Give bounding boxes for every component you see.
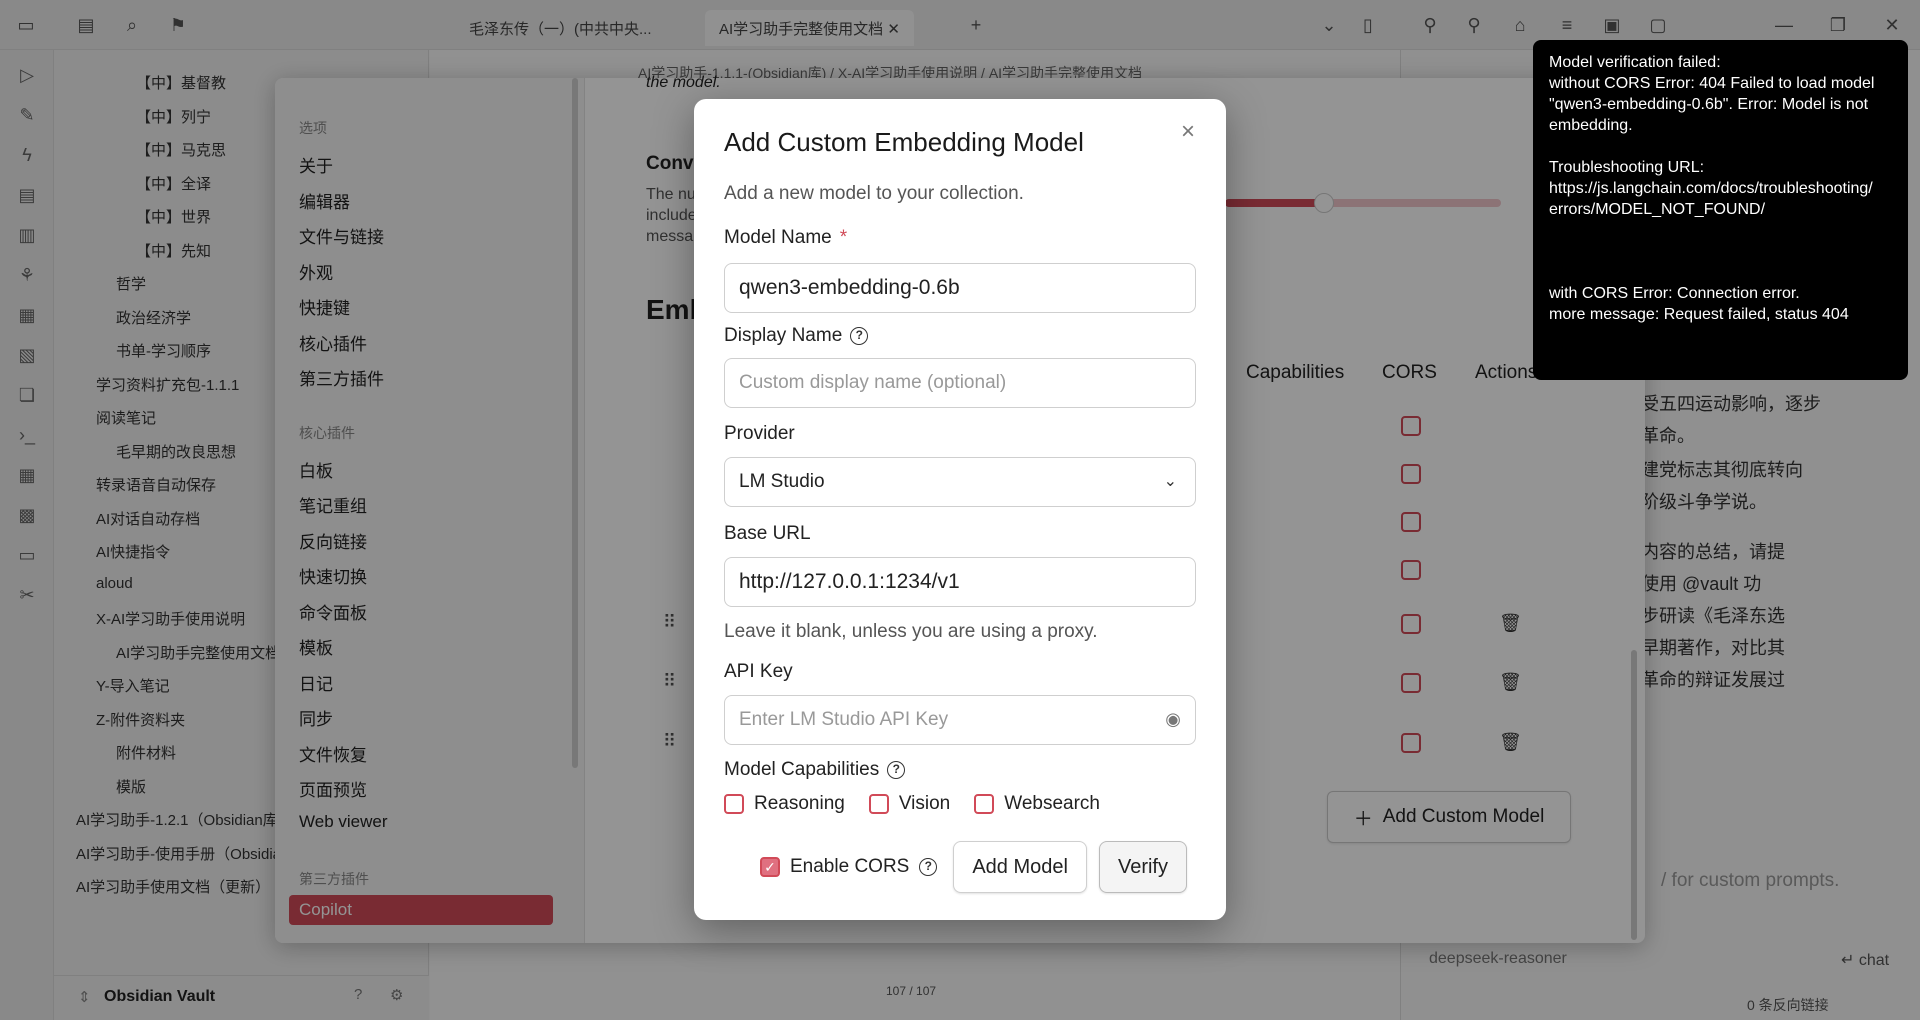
enable-cors-checkbox[interactable]: ✓ xyxy=(760,857,780,877)
enable-cors-toggle[interactable]: ✓ Enable CORS ? xyxy=(760,856,938,878)
tooltip-line: https://js.langchain.com/docs/troublesho… xyxy=(1549,180,1873,197)
tooltip-line: "qwen3-embedding-0.6b". Error: Model is … xyxy=(1549,96,1869,113)
base-url-label: Base URL xyxy=(724,523,811,544)
tooltip-gap xyxy=(1549,220,1892,241)
help-icon[interactable]: ? xyxy=(850,327,869,345)
tooltip-line: errors/MODEL_NOT_FOUND/ xyxy=(1549,201,1766,218)
tooltip-gap xyxy=(1549,262,1892,283)
add-model-button[interactable]: Add Model xyxy=(953,841,1087,893)
base-url-hint: Leave it blank, unless you are using a p… xyxy=(724,621,1098,642)
tooltip-line: without CORS Error: 404 Failed to load m… xyxy=(1549,75,1875,92)
capability-label: Websearch xyxy=(1004,793,1101,814)
display-name-input[interactable]: Custom display name (optional) xyxy=(724,358,1196,408)
display-name-label-text: Display Name xyxy=(724,325,843,346)
provider-label: Provider xyxy=(724,423,795,444)
verify-button[interactable]: Verify xyxy=(1098,841,1187,893)
websearch-checkbox[interactable] xyxy=(974,794,995,814)
enable-cors-label: Enable CORS xyxy=(790,856,910,877)
error-tooltip: Model verification failed: without CORS E… xyxy=(1533,40,1908,380)
model-name-label: Model Name * xyxy=(724,227,847,249)
vision-checkbox[interactable] xyxy=(868,794,889,814)
api-key-input[interactable]: Enter LM Studio API Key ◉ xyxy=(724,695,1196,745)
tooltip-line: Model verification failed: xyxy=(1549,54,1721,71)
api-key-label: API Key xyxy=(724,661,793,682)
capabilities-label-text: Model Capabilities xyxy=(724,759,880,780)
help-icon[interactable]: ? xyxy=(919,858,938,876)
dialog-subtitle: Add a new model to your collection. xyxy=(724,183,1024,204)
provider-select[interactable]: LM Studio ⌄ xyxy=(724,457,1196,507)
capabilities-label: Model Capabilities? xyxy=(724,759,906,781)
help-icon[interactable]: ? xyxy=(887,761,906,779)
model-name-label-text: Model Name xyxy=(724,227,832,248)
capability-reasoning[interactable]: Reasoning xyxy=(724,793,845,815)
reasoning-checkbox[interactable] xyxy=(724,794,744,814)
tooltip-gap xyxy=(1549,241,1892,262)
capability-websearch[interactable]: Websearch xyxy=(974,793,1100,815)
close-icon[interactable]: × xyxy=(1177,120,1199,144)
required-mark: * xyxy=(839,227,848,248)
capability-label: Vision xyxy=(898,793,951,814)
display-name-label: Display Name? xyxy=(724,325,869,347)
tooltip-line: Troubleshooting URL: xyxy=(1549,159,1705,176)
api-key-placeholder: Enter LM Studio API Key xyxy=(739,709,949,730)
chevron-down-icon: ⌄ xyxy=(1163,473,1177,490)
capability-vision[interactable]: Vision xyxy=(868,793,951,815)
capability-label: Reasoning xyxy=(754,793,845,814)
tooltip-line: embedding. xyxy=(1549,117,1633,134)
base-url-input[interactable]: http://127.0.0.1:1234/v1 xyxy=(724,557,1196,607)
capabilities-row: Reasoning Vision Websearch xyxy=(724,793,1100,815)
dialog-title: Add Custom Embedding Model xyxy=(724,127,1084,157)
add-embedding-model-dialog: Add Custom Embedding Model × Add a new m… xyxy=(694,99,1226,920)
provider-value: LM Studio xyxy=(739,471,825,492)
tooltip-line: more message: Request failed, status 404 xyxy=(1549,306,1849,323)
tooltip-gap xyxy=(1549,136,1892,157)
model-name-input[interactable]: qwen3-embedding-0.6b xyxy=(724,263,1196,313)
dialog-footer: ✓ Enable CORS ? Add Model Verify xyxy=(760,841,1187,893)
tooltip-line: with CORS Error: Connection error. xyxy=(1549,285,1800,302)
eye-icon[interactable]: ◉ xyxy=(1165,709,1181,730)
